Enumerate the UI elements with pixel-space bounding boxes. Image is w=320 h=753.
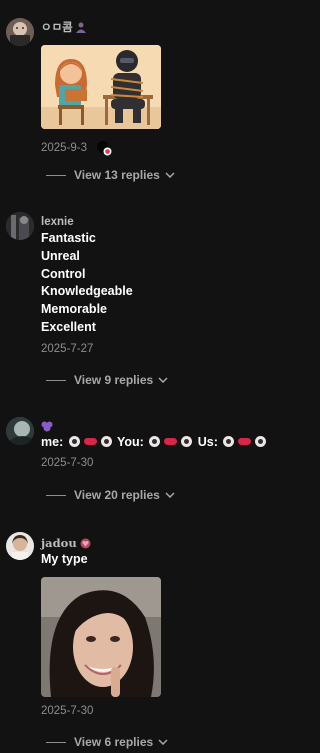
comment-date: 2025-7-30 xyxy=(41,456,94,469)
chevron-down-icon xyxy=(165,492,175,498)
comment-text: me: You: Us: xyxy=(41,434,303,452)
divider-line xyxy=(46,379,66,381)
heart-badge-icon[interactable] xyxy=(96,140,112,156)
comment-text-line: Fantastic xyxy=(41,231,96,245)
comment-text-line: Memorable xyxy=(41,302,107,317)
lips-emoji-icon xyxy=(238,438,252,445)
divider-line xyxy=(46,741,66,743)
eye-emoji-icon xyxy=(149,436,161,447)
photo-image xyxy=(41,576,161,697)
text-part: Us: xyxy=(197,435,218,449)
avatar[interactable] xyxy=(6,18,34,46)
divider-line xyxy=(46,494,66,496)
eye-emoji-icon xyxy=(100,436,112,447)
eye-emoji-icon xyxy=(68,436,80,447)
username[interactable]: ㅇㅁ콤 xyxy=(41,20,303,34)
comment-text-line: Excellent xyxy=(41,319,96,334)
username-text[interactable]: jadou xyxy=(41,536,77,550)
view-replies-label[interactable]: View 9 replies xyxy=(74,373,153,387)
comment-text-line: Control xyxy=(41,266,86,281)
view-replies-label[interactable]: View 20 replies xyxy=(74,488,160,502)
avatar-image xyxy=(6,417,34,445)
lips-emoji-icon xyxy=(83,438,97,445)
chevron-down-icon xyxy=(158,739,168,745)
comment-item: jadou My type 2025-7-30 View 6 replies xyxy=(0,510,311,753)
comment-text-line: Unreal xyxy=(41,248,80,263)
username-text[interactable]: lexnie xyxy=(41,216,74,228)
username-text[interactable]: ㅇㅁ콤 xyxy=(41,19,73,35)
view-replies-label[interactable]: View 6 replies xyxy=(74,735,153,749)
username[interactable]: jadou xyxy=(41,536,303,550)
comment-image[interactable] xyxy=(41,576,161,697)
comment-item: lexnie Fantastic Unreal Control Knowledg… xyxy=(0,190,311,395)
avatar-image xyxy=(6,212,34,240)
avatar[interactable] xyxy=(6,212,34,240)
person-emoji-icon xyxy=(75,22,86,33)
view-replies-label[interactable]: View 13 replies xyxy=(74,168,160,182)
comment-text-line: Knowledgeable xyxy=(41,284,133,299)
username[interactable]: lexnie xyxy=(41,215,303,229)
view-replies-button[interactable]: View 13 replies xyxy=(46,168,175,182)
eye-emoji-icon xyxy=(223,436,235,447)
lips-emoji-icon xyxy=(164,438,178,445)
divider-line xyxy=(46,174,66,176)
view-replies-button[interactable]: View 20 replies xyxy=(46,488,175,502)
chevron-down-icon xyxy=(165,172,175,178)
avatar-image xyxy=(6,532,34,560)
chevron-down-icon xyxy=(158,377,168,383)
comment-text: My type xyxy=(41,552,88,566)
comment-date: 2025-7-30 xyxy=(41,704,94,717)
text-part: me: xyxy=(41,435,64,449)
view-replies-button[interactable]: View 9 replies xyxy=(46,373,168,387)
sticker-image xyxy=(41,45,161,129)
purple-heart-icon xyxy=(41,421,53,431)
comment-date: 2025-9-3 xyxy=(41,142,88,154)
comment-item: me: You: Us: 2025-7-30 View 20 replies xyxy=(0,395,311,510)
avatar[interactable] xyxy=(6,532,34,560)
heart-emoji-icon xyxy=(80,538,91,548)
view-replies-button[interactable]: View 6 replies xyxy=(46,735,168,749)
comment-date: 2025-7-27 xyxy=(41,342,94,355)
eye-emoji-icon xyxy=(181,436,193,447)
comment-image[interactable] xyxy=(41,45,161,129)
text-part: You: xyxy=(116,435,144,449)
eye-emoji-icon xyxy=(255,436,267,447)
avatar[interactable] xyxy=(6,417,34,445)
username[interactable] xyxy=(41,419,303,433)
avatar-image xyxy=(6,18,34,46)
comment-item: ㅇㅁ콤 2025-9-3 View 13 replies xyxy=(0,0,311,190)
